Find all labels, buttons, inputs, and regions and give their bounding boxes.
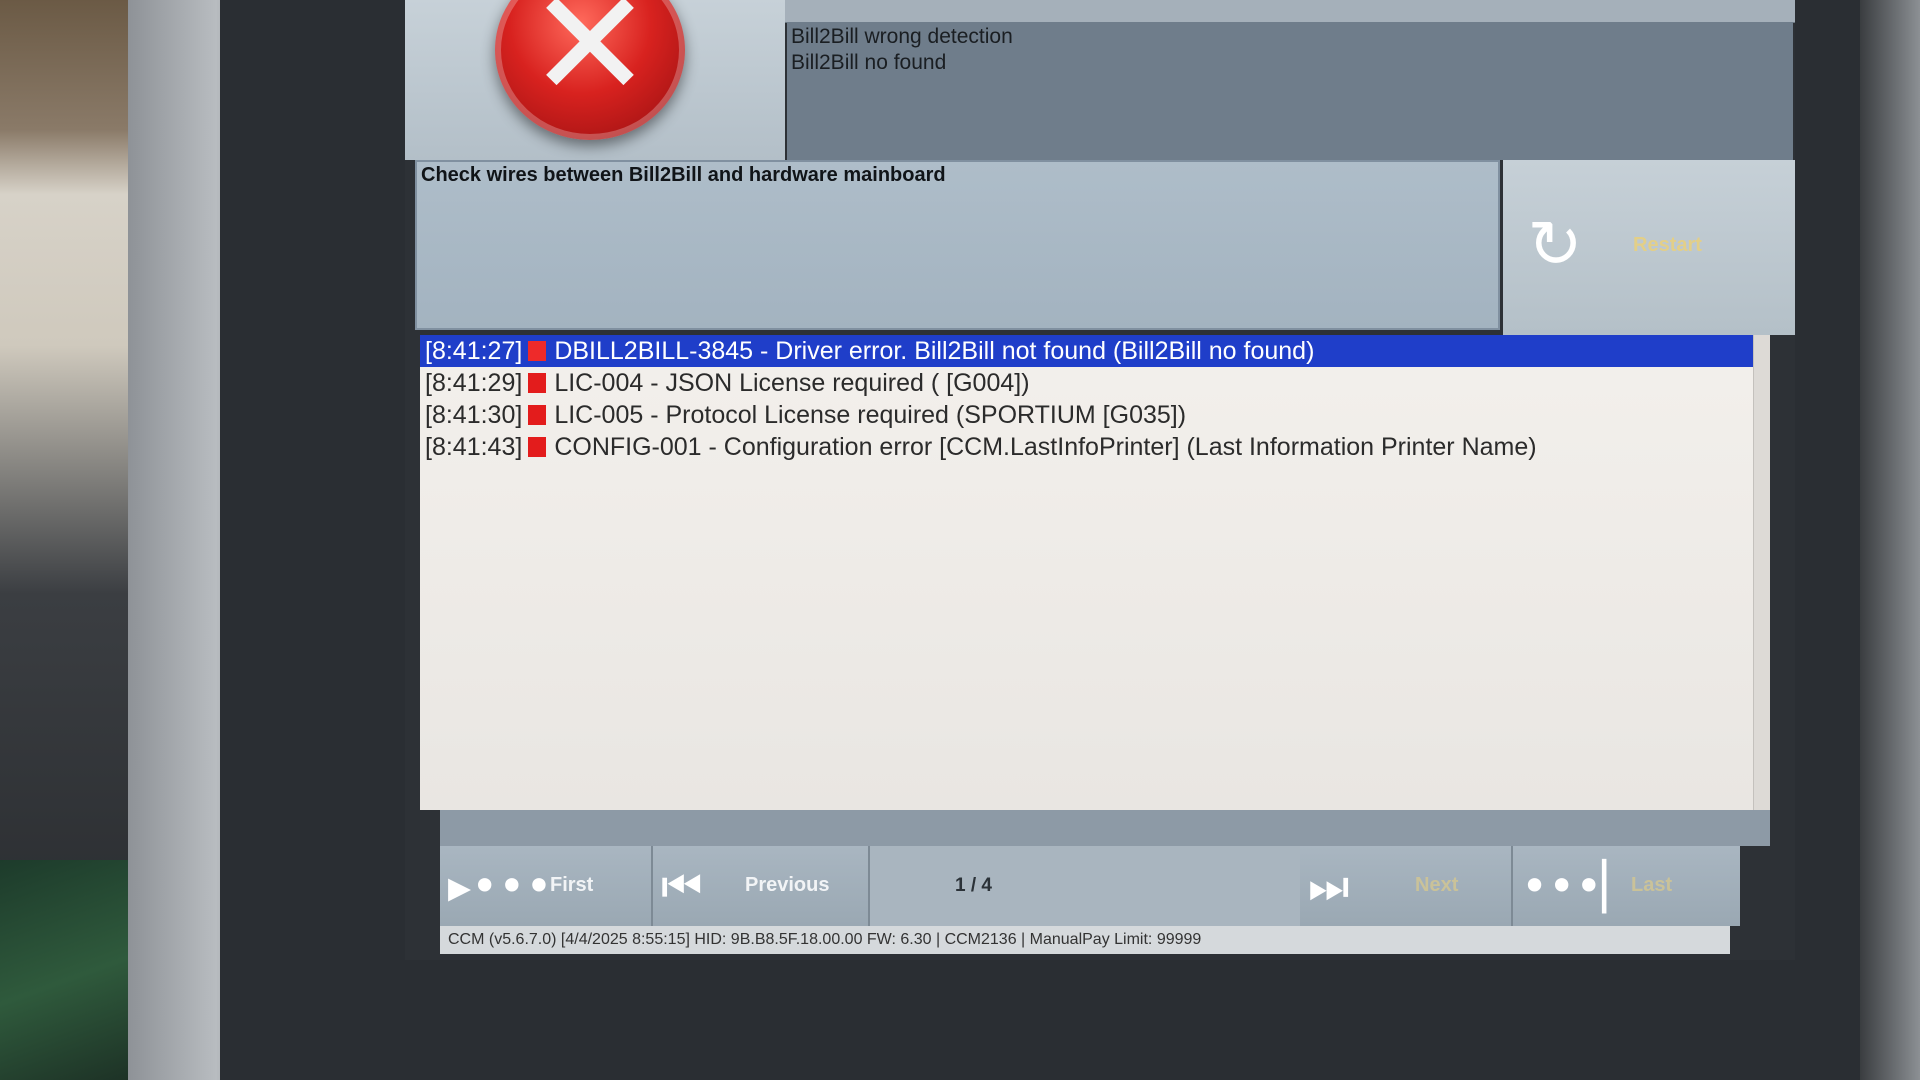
log-text: LIC-004 - JSON License required ( [G004]… — [554, 369, 1030, 397]
skip-last-icon: •••▏ — [1521, 859, 1638, 913]
monitor-screen: ✕ Bill2Bill wrong detection Bill2Bill no… — [405, 0, 1795, 960]
step-back-icon: ⏮ — [661, 859, 703, 913]
next-label: Next — [1415, 874, 1459, 896]
restart-button[interactable]: ↻ Restart — [1503, 160, 1795, 335]
severity-error-icon — [528, 341, 547, 361]
error-message: Bill2Bill wrong detection — [791, 25, 1013, 48]
step-forward-icon: ⏭ — [1308, 859, 1350, 913]
previous-button[interactable]: ⏮ Previous — [653, 846, 870, 926]
severity-error-icon — [528, 405, 547, 425]
first-label: First — [550, 874, 594, 896]
error-x-icon: ✕ — [495, 0, 685, 140]
log-time: [8:41:27] — [425, 337, 523, 365]
hint-text-box: Check wires between Bill2Bill and hardwa… — [415, 160, 1500, 330]
log-time: [8:41:43] — [425, 433, 523, 461]
log-time: [8:41:29] — [425, 369, 523, 397]
restart-label: Restart — [1633, 234, 1702, 256]
log-time: [8:41:30] — [425, 401, 523, 429]
last-label: Last — [1631, 874, 1673, 896]
log-row[interactable]: [8:41:43] CONFIG-001 - Configuration erro… — [420, 431, 1770, 463]
log-row[interactable]: [8:41:29] LIC-004 - JSON License required… — [420, 367, 1770, 399]
log-text: DBILL2BILL-3845 - Driver error. Bill2Bil… — [554, 337, 1315, 365]
log-text: CONFIG-001 - Configuration error [CCM.La… — [554, 433, 1537, 461]
severity-error-icon — [528, 373, 547, 393]
last-button[interactable]: •••▏ Last — [1513, 846, 1740, 926]
log-text: LIC-005 - Protocol License required (SPO… — [554, 401, 1187, 429]
next-button[interactable]: ⏭ Next — [1300, 846, 1513, 926]
log-row[interactable]: [8:41:27] DBILL2BILL-3845 - Driver error.… — [420, 335, 1770, 367]
hint-text: Check wires between Bill2Bill and hardwa… — [421, 164, 946, 186]
error-message: Bill2Bill no found — [791, 51, 947, 74]
error-header-bar — [785, 0, 1795, 23]
log-row[interactable]: [8:41:30] LIC-005 - Protocol License requ… — [420, 399, 1770, 431]
status-bar: CCM (v5.6.7.0) [4/4/2025 8:55:15] HID: 9… — [440, 926, 1730, 954]
first-button[interactable]: ▸••• First — [440, 846, 653, 926]
page-indicator: 1 / 4 — [870, 846, 1300, 926]
error-icon-panel: ✕ — [405, 0, 785, 160]
restart-icon: ↻ — [1527, 206, 1583, 283]
log-footer-band — [440, 810, 1770, 846]
error-log-list[interactable]: [8:41:27] DBILL2BILL-3845 - Driver error.… — [420, 335, 1770, 810]
background-right — [1860, 0, 1920, 1080]
error-message-list: Bill2Bill wrong detection Bill2Bill no f… — [787, 22, 1793, 160]
severity-error-icon — [528, 437, 547, 457]
log-scrollbar[interactable] — [1753, 335, 1770, 810]
pagination-bar: ▸••• First ⏮ Previous 1 / 4 ⏭ Next •••▏ … — [440, 846, 1740, 926]
error-application: ✕ Bill2Bill wrong detection Bill2Bill no… — [405, 0, 1795, 960]
skip-first-icon: ▸••• — [448, 859, 553, 913]
previous-label: Previous — [745, 874, 830, 896]
